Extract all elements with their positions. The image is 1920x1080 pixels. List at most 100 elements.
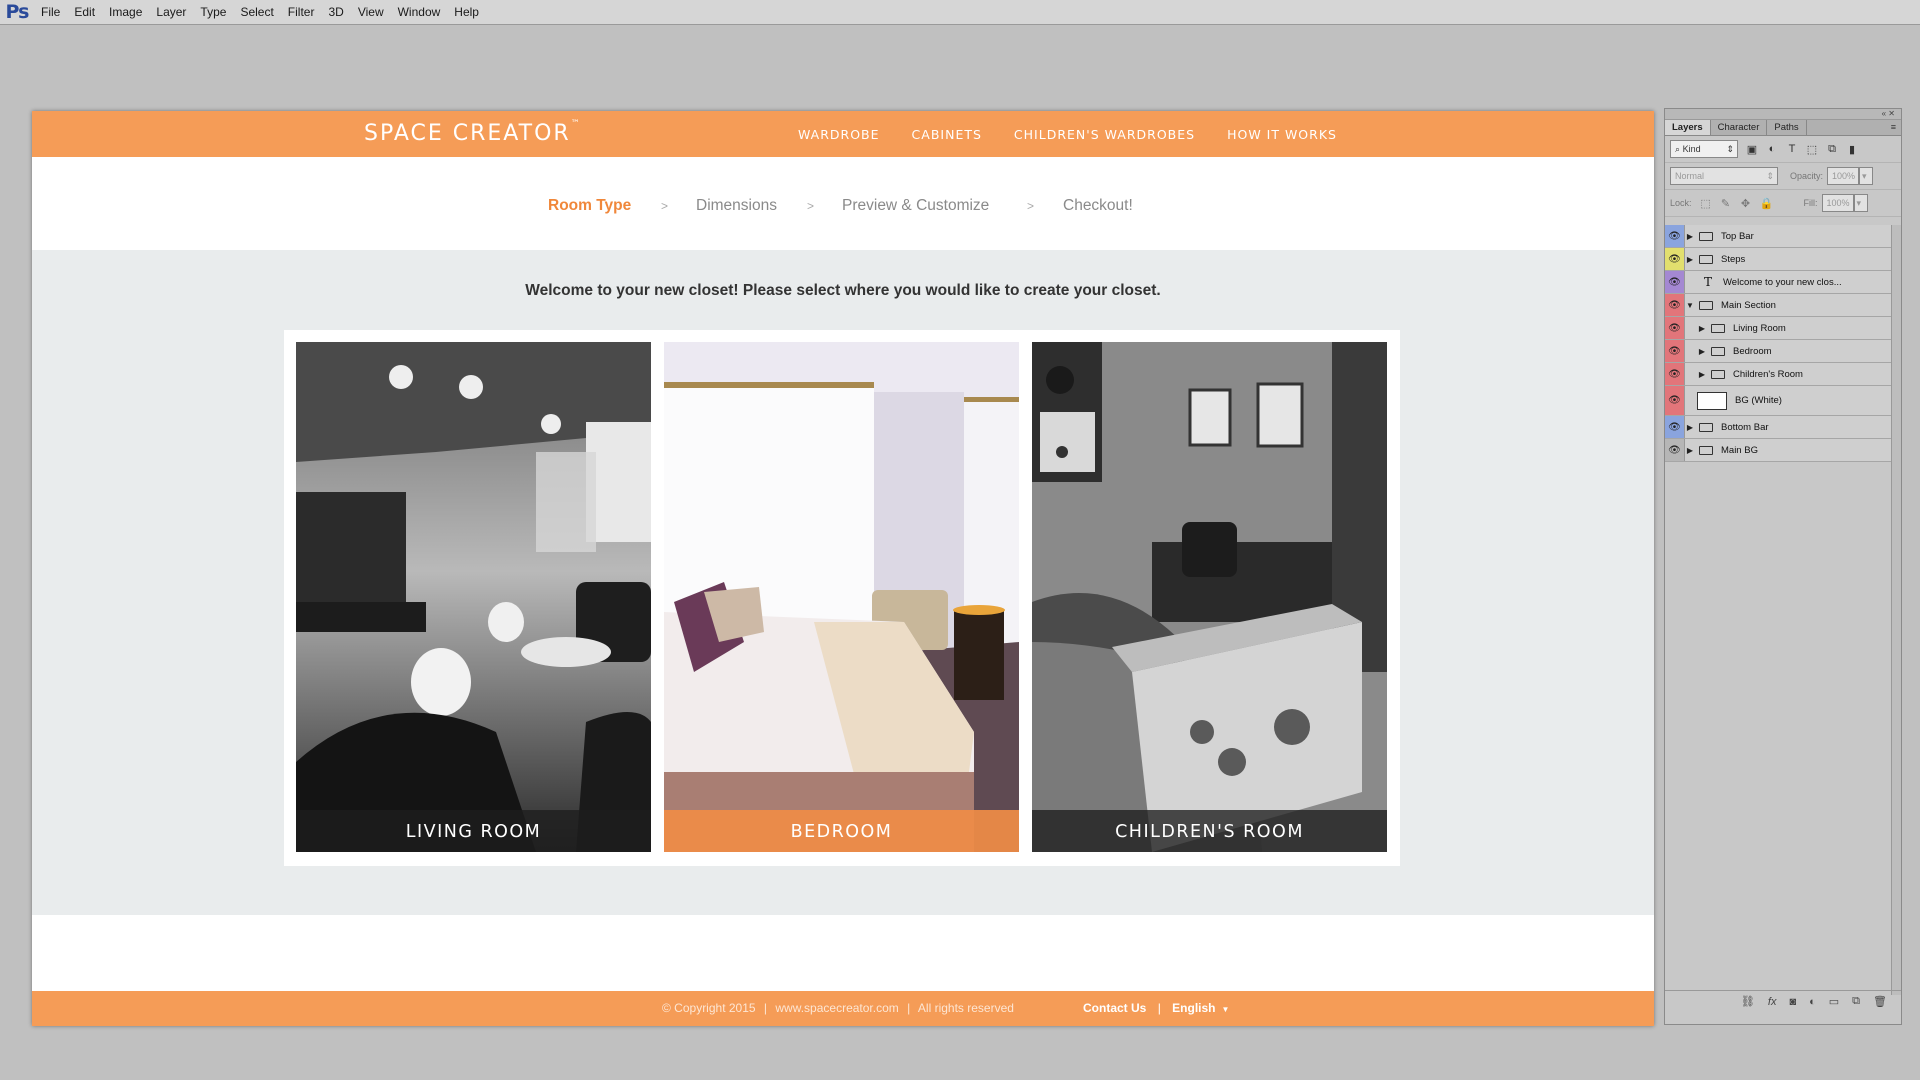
panel-menu-icon[interactable]: ≡ — [1886, 120, 1901, 135]
collapse-arrow-icon[interactable]: ▼ — [1685, 301, 1695, 310]
opacity-input[interactable]: 100% — [1827, 167, 1860, 185]
menu-edit[interactable]: Edit — [67, 5, 102, 19]
adjustment-layer-icon[interactable]: ◐ — [1809, 996, 1816, 1008]
layer-row[interactable]: 👁 ▶ Main BG — [1665, 439, 1901, 462]
living-room-photo — [296, 342, 651, 852]
lock-image-icon[interactable]: ✎ — [1720, 197, 1732, 210]
layers-list: 👁 ▶ Top Bar 👁 ▶ Steps 👁 T Welcome to you… — [1665, 225, 1901, 462]
expand-arrow-icon[interactable]: ▶ — [1685, 423, 1695, 432]
opacity-dropdown-icon[interactable]: ▾ — [1859, 167, 1874, 185]
collapse-icon[interactable]: « — [1882, 109, 1886, 118]
visibility-eye-icon[interactable]: 👁 — [1665, 386, 1685, 415]
opacity-label: Opacity: — [1790, 171, 1824, 181]
menu-3d[interactable]: 3D — [321, 5, 350, 19]
filter-adjustment-icon[interactable]: ◐ — [1766, 143, 1778, 155]
expand-arrow-icon[interactable]: ▶ — [1685, 446, 1695, 455]
filter-toggle-icon[interactable]: ▮ — [1846, 143, 1858, 156]
tab-layers[interactable]: Layers — [1665, 120, 1711, 135]
room-card-childrens-room[interactable]: CHILDREN'S ROOM — [1032, 342, 1387, 852]
layer-row[interactable]: 👁 ▶ Bedroom — [1665, 340, 1901, 363]
nav-how-it-works[interactable]: HOW IT WORKS — [1227, 127, 1337, 142]
tab-character[interactable]: Character — [1711, 120, 1768, 135]
filter-smart-object-icon[interactable]: ⧉ — [1826, 143, 1838, 156]
filter-kind-select[interactable]: ⌕ Kind ⇕ — [1670, 140, 1738, 158]
nav-childrens-wardrobes[interactable]: CHILDREN'S WARDROBES — [1014, 127, 1195, 142]
visibility-eye-icon[interactable]: 👁 — [1665, 439, 1685, 461]
visibility-eye-icon[interactable]: 👁 — [1665, 416, 1685, 438]
layer-row[interactable]: 👁 ▶ Living Room — [1665, 317, 1901, 340]
visibility-eye-icon[interactable]: 👁 — [1665, 294, 1685, 316]
brand-logo[interactable]: SPACE CREATOR™ — [364, 119, 580, 146]
pre-footer-spacer — [32, 915, 1654, 991]
blend-mode-select[interactable]: Normal ⇕ — [1670, 167, 1778, 185]
nav-cabinets[interactable]: CABINETS — [912, 127, 982, 142]
fill-input[interactable]: 100% — [1821, 194, 1854, 212]
menu-layer[interactable]: Layer — [149, 5, 193, 19]
menu-filter[interactable]: Filter — [281, 5, 322, 19]
layer-name: Children's Room — [1733, 368, 1803, 380]
expand-arrow-icon[interactable]: ▶ — [1685, 232, 1695, 241]
layer-row[interactable]: 👁 ▶ Top Bar — [1665, 225, 1901, 248]
visibility-eye-icon[interactable]: 👁 — [1665, 340, 1685, 362]
visibility-eye-icon[interactable]: 👁 — [1665, 363, 1685, 385]
expand-arrow-icon[interactable]: ▶ — [1685, 255, 1695, 264]
lock-transparent-icon[interactable]: ⬚ — [1700, 197, 1712, 210]
step-room-type[interactable]: Room Type — [548, 197, 631, 215]
new-group-icon[interactable]: ▭ — [1829, 995, 1839, 1008]
brand-name: SPACE CREATOR — [364, 121, 571, 146]
tab-paths[interactable]: Paths — [1767, 120, 1807, 135]
menu-select[interactable]: Select — [233, 5, 280, 19]
lock-all-icon[interactable]: 🔒 — [1760, 197, 1774, 210]
layer-row[interactable]: 👁 ▶ Steps — [1665, 248, 1901, 271]
panel-collapse-bar[interactable]: « ✕ — [1665, 109, 1901, 120]
layer-row[interactable]: 👁 ▶ Children's Room — [1665, 363, 1901, 386]
blend-row: Normal ⇕ Opacity: 100% ▾ — [1665, 163, 1901, 190]
filter-shape-icon[interactable]: ⬚ — [1806, 143, 1818, 156]
menu-image[interactable]: Image — [102, 5, 149, 19]
filter-pixel-icon[interactable]: ▣ — [1746, 143, 1758, 156]
layers-scrollbar[interactable] — [1891, 225, 1901, 995]
fill-dropdown-icon[interactable]: ▾ — [1853, 194, 1868, 212]
filter-row: ⌕ Kind ⇕ ▣ ◐ T ⬚ ⧉ ▮ — [1665, 136, 1901, 163]
language-selector[interactable]: English — [1172, 1001, 1215, 1015]
language-dropdown-icon[interactable]: ▼ — [1222, 1005, 1230, 1014]
layer-row[interactable]: 👁 T Welcome to your new clos... — [1665, 271, 1901, 294]
expand-arrow-icon[interactable]: ▶ — [1697, 324, 1707, 333]
folder-icon — [1699, 445, 1713, 455]
delete-layer-icon[interactable]: 🗑 — [1873, 995, 1887, 1008]
filter-type-icon[interactable]: T — [1786, 143, 1798, 155]
document-canvas[interactable]: SPACE CREATOR™ WARDROBE CABINETS CHILDRE… — [32, 111, 1654, 1026]
contact-us-link[interactable]: Contact Us — [1083, 1001, 1146, 1015]
expand-arrow-icon[interactable]: ▶ — [1697, 370, 1707, 379]
add-mask-icon[interactable]: ◙ — [1789, 996, 1796, 1008]
layer-row[interactable]: 👁 ▼ Main Section — [1665, 294, 1901, 317]
search-icon: ⌕ — [1675, 144, 1681, 154]
expand-arrow-icon[interactable]: ▶ — [1697, 347, 1707, 356]
layer-row[interactable]: 👁 ▶ Bottom Bar — [1665, 416, 1901, 439]
menu-window[interactable]: Window — [391, 5, 448, 19]
new-layer-icon[interactable]: ⧉ — [1852, 995, 1860, 1008]
nav-wardrobe[interactable]: WARDROBE — [798, 127, 880, 142]
visibility-eye-icon[interactable]: 👁 — [1665, 225, 1685, 247]
visibility-eye-icon[interactable]: 👁 — [1665, 271, 1685, 293]
step-checkout[interactable]: Checkout! — [1063, 197, 1133, 215]
menu-file[interactable]: File — [34, 5, 67, 19]
footer-url-link[interactable]: www.spacecreator.com — [775, 1001, 898, 1015]
step-dimensions[interactable]: Dimensions — [696, 197, 777, 215]
menu-view[interactable]: View — [351, 5, 391, 19]
room-card-living-room[interactable]: LIVING ROOM — [296, 342, 651, 852]
visibility-eye-icon[interactable]: 👁 — [1665, 317, 1685, 339]
menu-type[interactable]: Type — [193, 5, 233, 19]
photoshop-logo: Ps — [5, 1, 30, 23]
room-card-bedroom[interactable]: BEDROOM — [664, 342, 1019, 852]
layer-row[interactable]: 👁 BG (White) — [1665, 386, 1901, 416]
layer-style-icon[interactable]: fx — [1768, 996, 1777, 1008]
bedroom-photo — [664, 342, 1019, 852]
step-separator: > — [661, 199, 669, 213]
close-icon[interactable]: ✕ — [1888, 109, 1895, 118]
link-layers-icon[interactable]: ⛓ — [1741, 995, 1755, 1008]
step-preview-customize[interactable]: Preview & Customize — [842, 197, 989, 215]
visibility-eye-icon[interactable]: 👁 — [1665, 248, 1685, 270]
menu-help[interactable]: Help — [447, 5, 486, 19]
lock-position-icon[interactable]: ✥ — [1740, 197, 1752, 210]
